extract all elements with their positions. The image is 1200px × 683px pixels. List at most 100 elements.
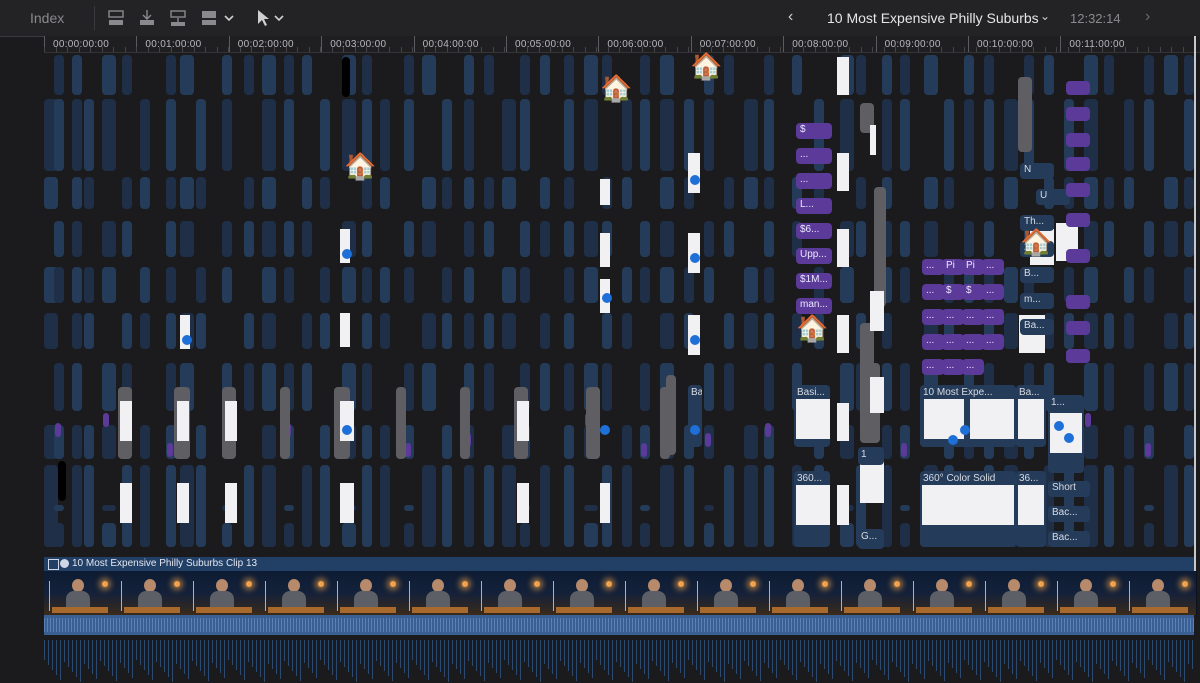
connected-clip[interactable] (284, 221, 294, 257)
connected-clip[interactable] (72, 55, 82, 95)
connected-clip[interactable] (856, 177, 866, 209)
connected-clip[interactable] (484, 465, 494, 547)
connected-clip[interactable] (140, 177, 150, 209)
connected-clip[interactable] (166, 221, 176, 257)
primary-storyline-clip[interactable]: 10 Most Expensive Philly Suburbs Clip 13 (44, 557, 1197, 635)
connected-clip[interactable] (1124, 177, 1134, 209)
title-pill[interactable]: Upp... (796, 248, 832, 264)
title-pill[interactable] (1066, 157, 1090, 171)
connected-clip[interactable] (1144, 99, 1154, 171)
connected-clip[interactable] (1144, 267, 1154, 303)
connected-clip[interactable] (320, 425, 330, 459)
connected-clip[interactable] (724, 313, 734, 349)
connected-clip[interactable] (244, 465, 254, 547)
title-clip-marker[interactable] (641, 443, 647, 457)
connected-clip[interactable] (244, 177, 254, 209)
connected-clip[interactable] (744, 177, 758, 209)
connected-clip[interactable] (540, 55, 550, 95)
connected-clip[interactable] (1164, 221, 1178, 257)
titled-clip[interactable]: G... (858, 529, 884, 549)
connected-clip[interactable] (660, 55, 674, 95)
title-clip-marker[interactable] (1085, 413, 1091, 427)
title-pill[interactable]: $1M... (796, 273, 832, 289)
connected-clip[interactable] (1104, 177, 1114, 209)
connected-clip[interactable] (540, 313, 550, 349)
connected-clip[interactable] (166, 267, 176, 303)
connected-clip[interactable] (484, 221, 494, 257)
connected-clip[interactable] (764, 177, 774, 209)
connected-clip[interactable] (140, 313, 150, 349)
connected-clip[interactable] (72, 313, 82, 349)
connected-clip[interactable] (1164, 55, 1178, 95)
title-pill[interactable] (1066, 183, 1090, 197)
connected-clip[interactable] (196, 313, 206, 349)
connected-clip[interactable] (380, 465, 390, 547)
edit-chevron-down-icon[interactable] (219, 8, 234, 28)
connected-clip[interactable] (102, 221, 116, 257)
title-pill[interactable]: $ (796, 123, 832, 139)
connected-clip[interactable] (964, 55, 974, 95)
connected-clip[interactable] (1004, 177, 1018, 209)
connected-clip[interactable] (1184, 221, 1194, 257)
connected-clip[interactable] (900, 55, 910, 95)
connected-clip[interactable] (166, 55, 176, 95)
connected-clip[interactable] (222, 267, 232, 303)
connected-clip[interactable] (342, 267, 356, 303)
connected-clip[interactable] (744, 99, 758, 171)
title-pill[interactable]: ... (922, 334, 944, 350)
connected-clip[interactable] (660, 99, 674, 171)
connected-clip[interactable] (1184, 363, 1194, 411)
connected-clip[interactable] (602, 363, 612, 411)
title-clip-marker[interactable] (55, 423, 61, 437)
connected-clip[interactable] (180, 221, 194, 257)
connected-clip[interactable] (984, 55, 994, 95)
title-pill[interactable]: ... (922, 284, 944, 300)
connected-clip[interactable] (502, 465, 516, 547)
connected-clip[interactable] (122, 177, 132, 209)
title-pill[interactable]: ... (982, 334, 1004, 350)
insert-clip-icon[interactable] (137, 8, 157, 28)
connected-clip[interactable] (422, 313, 436, 349)
connected-clip[interactable] (502, 99, 516, 171)
connected-clip[interactable] (140, 425, 150, 459)
connected-clip[interactable] (744, 425, 758, 459)
connected-clip[interactable] (262, 425, 276, 459)
connected-clip[interactable] (302, 313, 312, 349)
connected-clip[interactable] (84, 99, 94, 171)
title-pill[interactable]: $6... (796, 223, 832, 239)
title-pill[interactable]: $ (942, 284, 964, 300)
connected-clip[interactable] (564, 267, 574, 303)
connected-clip[interactable] (422, 221, 436, 257)
connected-clip[interactable] (660, 177, 674, 209)
next-project-chevron-icon[interactable]: › (1145, 8, 1150, 26)
connected-clip[interactable] (1144, 221, 1154, 257)
clip-label-pill[interactable]: B... (1020, 267, 1054, 283)
clip-label-pill[interactable]: Bac... (1048, 531, 1090, 547)
connected-clip[interactable] (262, 221, 276, 257)
title-pill[interactable]: ... (962, 309, 984, 325)
connected-clip[interactable] (284, 505, 294, 511)
connected-clip[interactable] (84, 313, 94, 349)
connected-clip[interactable] (196, 177, 206, 209)
connected-clip[interactable] (362, 363, 372, 411)
connected-clip[interactable] (362, 221, 372, 257)
connected-clip[interactable] (442, 99, 452, 171)
connected-clip[interactable] (564, 425, 574, 459)
connected-clip[interactable] (320, 99, 330, 171)
connected-clip[interactable] (302, 221, 312, 257)
connected-clip[interactable] (502, 267, 516, 303)
connected-clip[interactable] (262, 313, 276, 349)
connected-clip[interactable] (484, 55, 494, 95)
connected-clip[interactable] (72, 177, 82, 209)
connected-clip[interactable] (856, 55, 866, 95)
connected-clip[interactable] (102, 99, 116, 171)
connected-clip[interactable] (140, 465, 150, 547)
connected-clip[interactable] (196, 425, 206, 459)
overwrite-clip-icon[interactable] (199, 8, 219, 28)
connected-clip[interactable] (122, 313, 132, 349)
connected-clip[interactable] (362, 177, 372, 209)
connected-clip[interactable] (564, 55, 574, 95)
clip-label-pill[interactable]: N (1020, 163, 1054, 179)
connected-clip[interactable] (900, 267, 910, 303)
connected-clip[interactable] (792, 55, 802, 95)
